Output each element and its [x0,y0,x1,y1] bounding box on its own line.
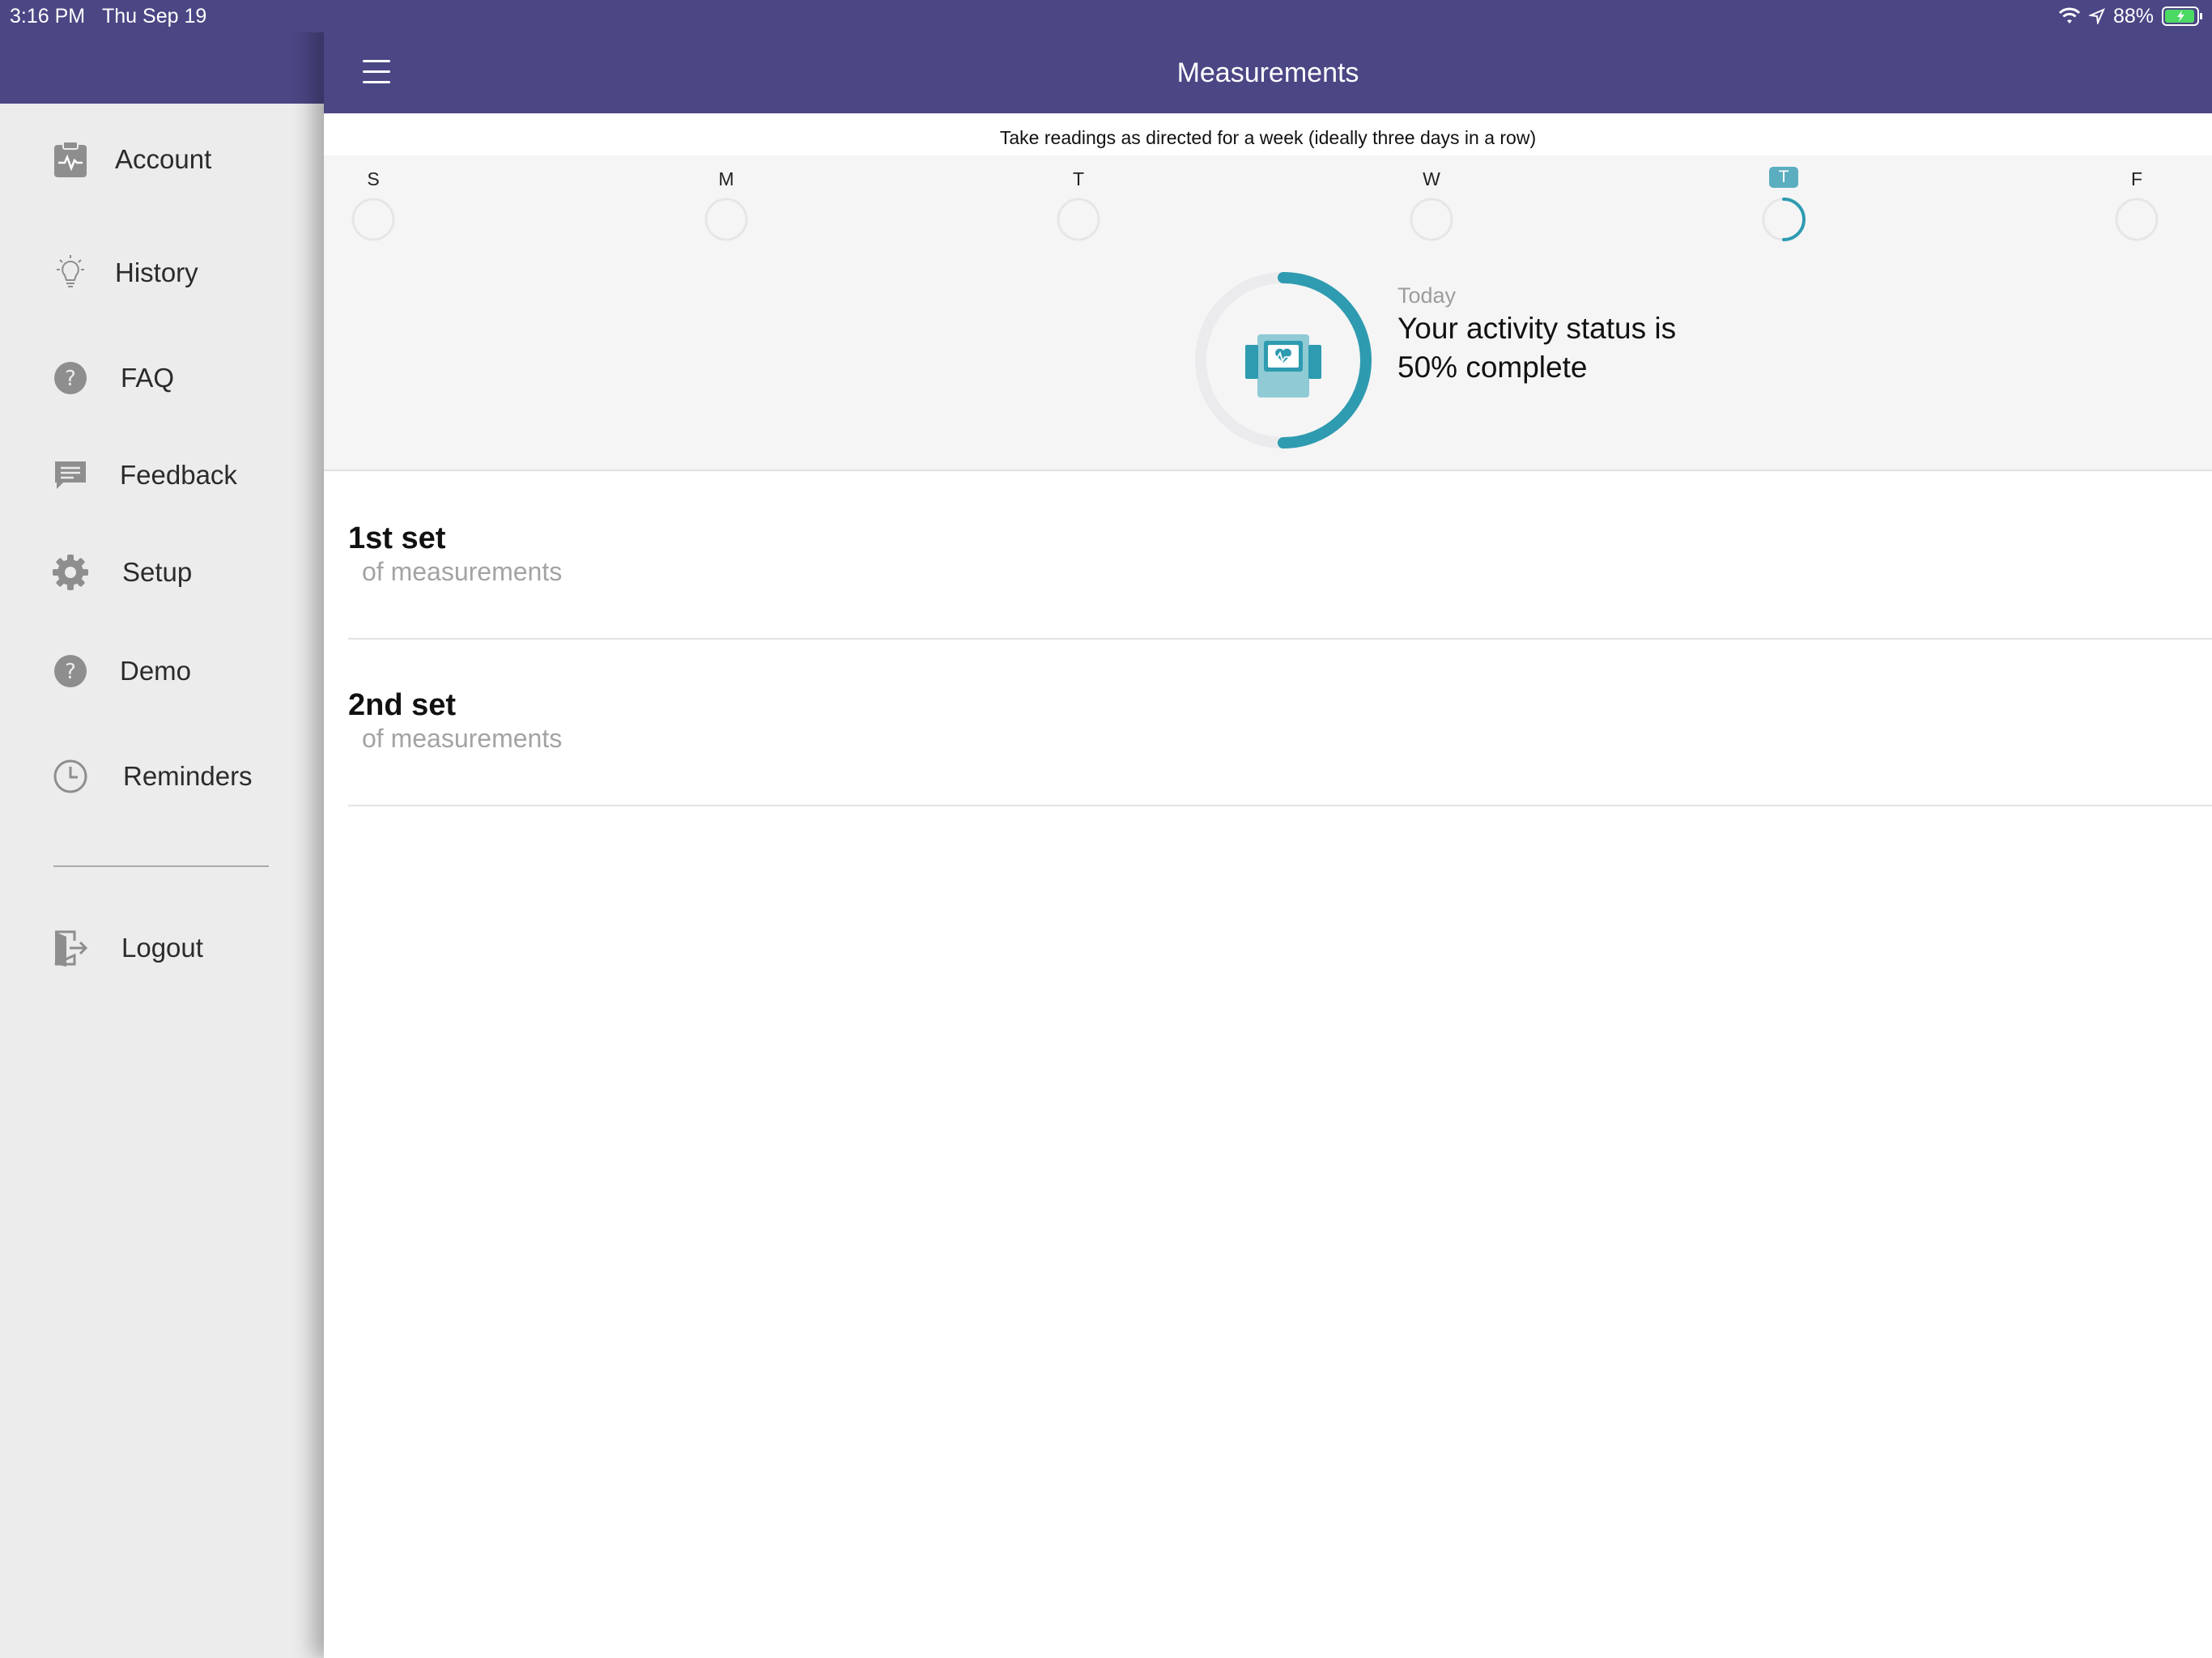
day-progress-arc [1782,198,1806,241]
day-label: S [367,168,380,189]
status-time: 3:16 PM [10,5,86,28]
question-circle-icon: ? [54,362,87,394]
menu-label-reminders: Reminders [123,761,253,791]
status-right: 88% [2058,0,2204,32]
set-title: 1st set [348,521,446,555]
activity-progress-ring [1195,272,1372,449]
day-progress-ring [1410,198,1453,241]
day-4[interactable]: T [1755,167,1812,241]
menu-item-account[interactable]: Account [0,123,324,196]
heart-monitor-device-icon [1245,334,1321,397]
day-progress-ring [351,198,395,241]
menu-item-setup[interactable]: Setup [0,536,324,609]
lightbulb-icon [57,255,84,287]
menu-item-history[interactable]: History [0,236,324,309]
menu-item-demo[interactable]: ? Demo [0,635,324,708]
week-progress-area: S M T W T F Today Your activity status is 50%… [324,155,2212,471]
menu-label-feedback: Feedback [120,460,237,490]
menu-label-logout: Logout [121,933,203,963]
menu-label-history: History [115,257,198,287]
menu-item-reminders[interactable]: Reminders [0,740,324,813]
svg-text:?: ? [65,660,76,684]
list-item-set-1[interactable]: 1st set of measurements [348,473,2212,640]
set-subtitle: of measurements [362,724,563,753]
clock-icon [53,759,87,793]
menu-item-feedback[interactable]: Feedback [0,439,324,512]
day-1[interactable]: M [698,167,755,241]
wifi-icon [2058,7,2081,23]
today-label: Today [1397,283,1457,308]
page-title: Measurements [1176,57,1359,88]
day-label: W [1423,168,1440,189]
activity-status: Today Your activity status is 50% comple… [1190,267,1757,461]
day-progress-ring [2115,198,2159,241]
day-0[interactable]: S [345,167,402,241]
menu-label-account: Account [115,144,212,174]
logout-door-icon [54,930,88,967]
menu-item-logout[interactable]: Logout [0,912,324,984]
status-date: Thu Sep 19 [102,5,207,28]
activity-status-text: Your activity status is 50% complete [1397,312,1677,384]
status-bar: 3:16 PM Thu Sep 19 88% [0,0,2212,32]
clipboard-pulse-icon [54,141,87,177]
gear-icon [53,555,88,590]
location-arrow-icon [2088,8,2105,24]
nav-bar: Measurements [324,32,2212,113]
battery-charging-icon [2162,6,2202,26]
day-2[interactable]: T [1050,167,1107,241]
side-drawer: Account History ? FAQ Feedback Setup ? D… [0,0,324,1658]
list-item-set-2[interactable]: 2nd set of measurements [348,640,2212,806]
menu-label-faq: FAQ [121,363,175,393]
day-label: M [718,168,734,189]
svg-text:?: ? [65,367,76,391]
battery-percent: 88% [2112,5,2154,28]
day-label: T [1769,167,1798,188]
day-progress-ring [1057,198,1100,241]
instruction-text: Take readings as directed for a week (id… [324,113,2212,155]
menu-item-faq[interactable]: ? FAQ [0,342,324,414]
menu-label-demo: Demo [120,656,192,686]
day-label: T [1072,168,1085,189]
set-title: 2nd set [348,688,457,722]
menu-label-setup: Setup [122,557,193,587]
question-circle-icon: ? [54,655,87,687]
set-subtitle: of measurements [362,557,563,586]
day-3[interactable]: W [1403,167,1460,241]
drawer-divider [53,865,269,867]
measurement-set-list: 1st set of measurements 2nd set of measu… [348,473,2212,806]
main-panel: Measurements Take readings as directed f… [324,0,2212,1658]
chat-bubble-icon [55,461,86,489]
day-label: F [2130,168,2143,189]
day-progress-ring [1762,198,1806,241]
day-5[interactable]: F [2108,167,2165,241]
day-progress-ring [704,198,748,241]
